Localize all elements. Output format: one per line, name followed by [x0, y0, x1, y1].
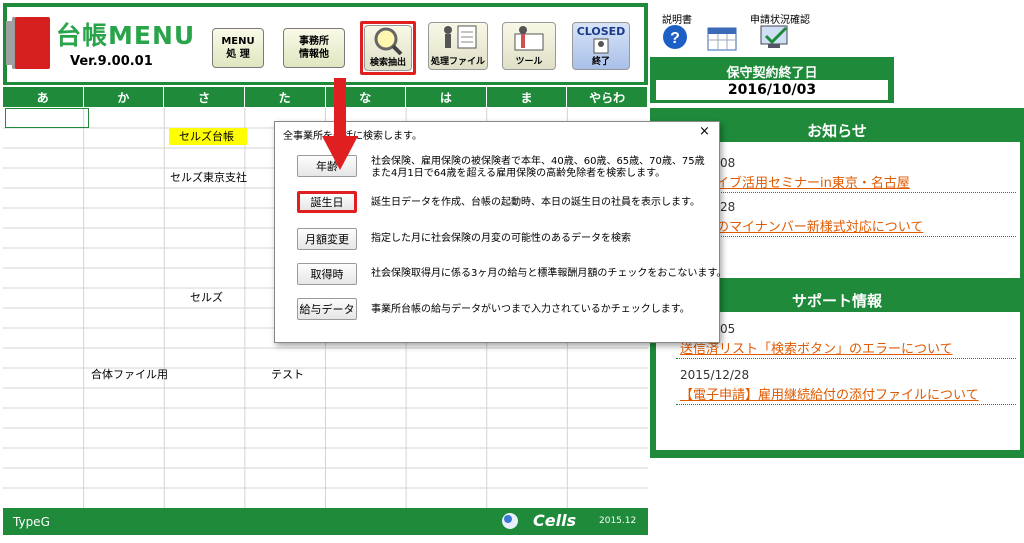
monthly-change-button[interactable]: 月額変更 [297, 228, 357, 250]
office-info-button[interactable]: 事務所 情報他 [283, 28, 345, 68]
search-extract-button[interactable]: 検索抽出 [360, 21, 416, 75]
news-divider [676, 192, 1016, 193]
grid-cell-sels-tokyo[interactable]: セルズ東京支社 [170, 169, 247, 185]
cells-globe-icon [501, 512, 519, 533]
closed-exit-button[interactable]: CLOSED 終了 [572, 22, 630, 70]
monthly-change-desc: 指定した月に社会保険の月変の可能性のあるデータを検索 [371, 233, 631, 244]
grid-cell-combined-file[interactable]: 合体ファイル用 [91, 366, 168, 382]
age-search-desc: 社会保険、雇用保険の被保険者で本年、40歳、60歳、65歳、70歳、75歳 また… [371, 156, 705, 180]
selected-cell[interactable] [5, 108, 89, 128]
help-icon[interactable]: ? [662, 24, 688, 53]
tool-button[interactable]: ツール [502, 22, 556, 70]
office-info-label-1: 事務所 [299, 36, 329, 47]
support-divider [676, 404, 1016, 405]
birthday-button[interactable]: 誕生日 [297, 191, 357, 213]
app-title: 台帳MENU [56, 21, 196, 50]
contract-end-title: 保守契約終了日 [726, 66, 818, 81]
exit-label: 終了 [591, 57, 610, 67]
dialog-close-button[interactable]: × [699, 124, 710, 139]
status-bar: TypeG Cells 2015.12 [3, 508, 648, 535]
process-file-icon [444, 25, 477, 49]
contract-end-date: 2016/10/03 [656, 80, 888, 100]
kana-tab-6[interactable]: ま [487, 87, 568, 107]
kana-tab-1[interactable]: か [84, 87, 165, 107]
acquisition-desc: 社会保険取得月に係る3ヶ月の給与と標準報酬月額のチェックをおこないます。 [371, 268, 727, 279]
grid-cell-sels-daicho[interactable]: セルズ台帳 [169, 128, 247, 145]
tool-icon [514, 26, 544, 51]
footer-year: 2015.12 [599, 516, 637, 526]
support-divider [676, 358, 1016, 359]
kana-tab-7[interactable]: やらわ [567, 87, 648, 107]
menu-process-label-1: MENU [221, 36, 255, 47]
grid-cell-test[interactable]: テスト [271, 366, 304, 382]
kana-tab-2[interactable]: さ [164, 87, 245, 107]
magnifier-icon: 検索抽出 [364, 25, 412, 71]
kana-tab-5[interactable]: は [406, 87, 487, 107]
svg-text:?: ? [670, 30, 680, 47]
cells-brand: Cells [533, 511, 577, 530]
tool-label: ツール [515, 57, 543, 67]
salary-data-desc: 事業所台帳の給与データがいつまで入力されているかチェックします。 [371, 304, 690, 315]
age-search-desc-line-1: 社会保険、雇用保険の被保険者で本年、40歳、60歳、65歳、70歳、75歳 [371, 156, 705, 167]
office-info-label-2: 情報他 [299, 49, 329, 60]
age-search-desc-line-2: また4月1日で64歳を超える雇用保険の高齢免除者を検索します。 [371, 168, 666, 179]
news-link-1[interactable]: イブ活用セミナーin東京・名古屋 [716, 172, 910, 191]
pointer-arrow-icon [322, 78, 358, 170]
acquisition-button[interactable]: 取得時 [297, 263, 357, 285]
closed-label: CLOSED [576, 25, 626, 38]
grid-cell-sels[interactable]: セルズ [190, 289, 223, 305]
menu-process-label-2: 処 理 [226, 49, 250, 60]
kana-tab-3[interactable]: た [245, 87, 326, 107]
news-divider [676, 236, 1016, 237]
process-file-label: 処理ファイル [430, 57, 485, 67]
exit-door-icon [593, 38, 609, 54]
process-file-button[interactable]: 処理ファイル [428, 22, 488, 70]
support-link-2[interactable]: 【電子申請】雇用継続給付の添付ファイルについて [680, 384, 979, 403]
birthday-desc: 誕生日データを作成、台帳の起動時、本日の誕生日の社員を表示します。 [371, 197, 700, 208]
menu-process-button[interactable]: MENU 処 理 [212, 28, 264, 68]
type-label: TypeG [13, 515, 50, 529]
support-link-1[interactable]: 送信済リスト「検索ボタン」のエラーについて [680, 338, 953, 357]
calendar-icon[interactable] [706, 24, 738, 55]
support-date-2: 2015/12/28 [680, 368, 750, 382]
ledger-logo-icon [6, 17, 50, 69]
search-extract-label: 検索抽出 [369, 58, 406, 68]
app-version: Ver.9.00.01 [70, 54, 153, 69]
kana-tab-0[interactable]: あ [3, 87, 84, 107]
salary-data-button[interactable]: 給与データ [297, 298, 357, 320]
news-link-2[interactable]: のマイナンバー新様式対応について [716, 216, 923, 235]
application-status-icon[interactable] [758, 22, 792, 55]
